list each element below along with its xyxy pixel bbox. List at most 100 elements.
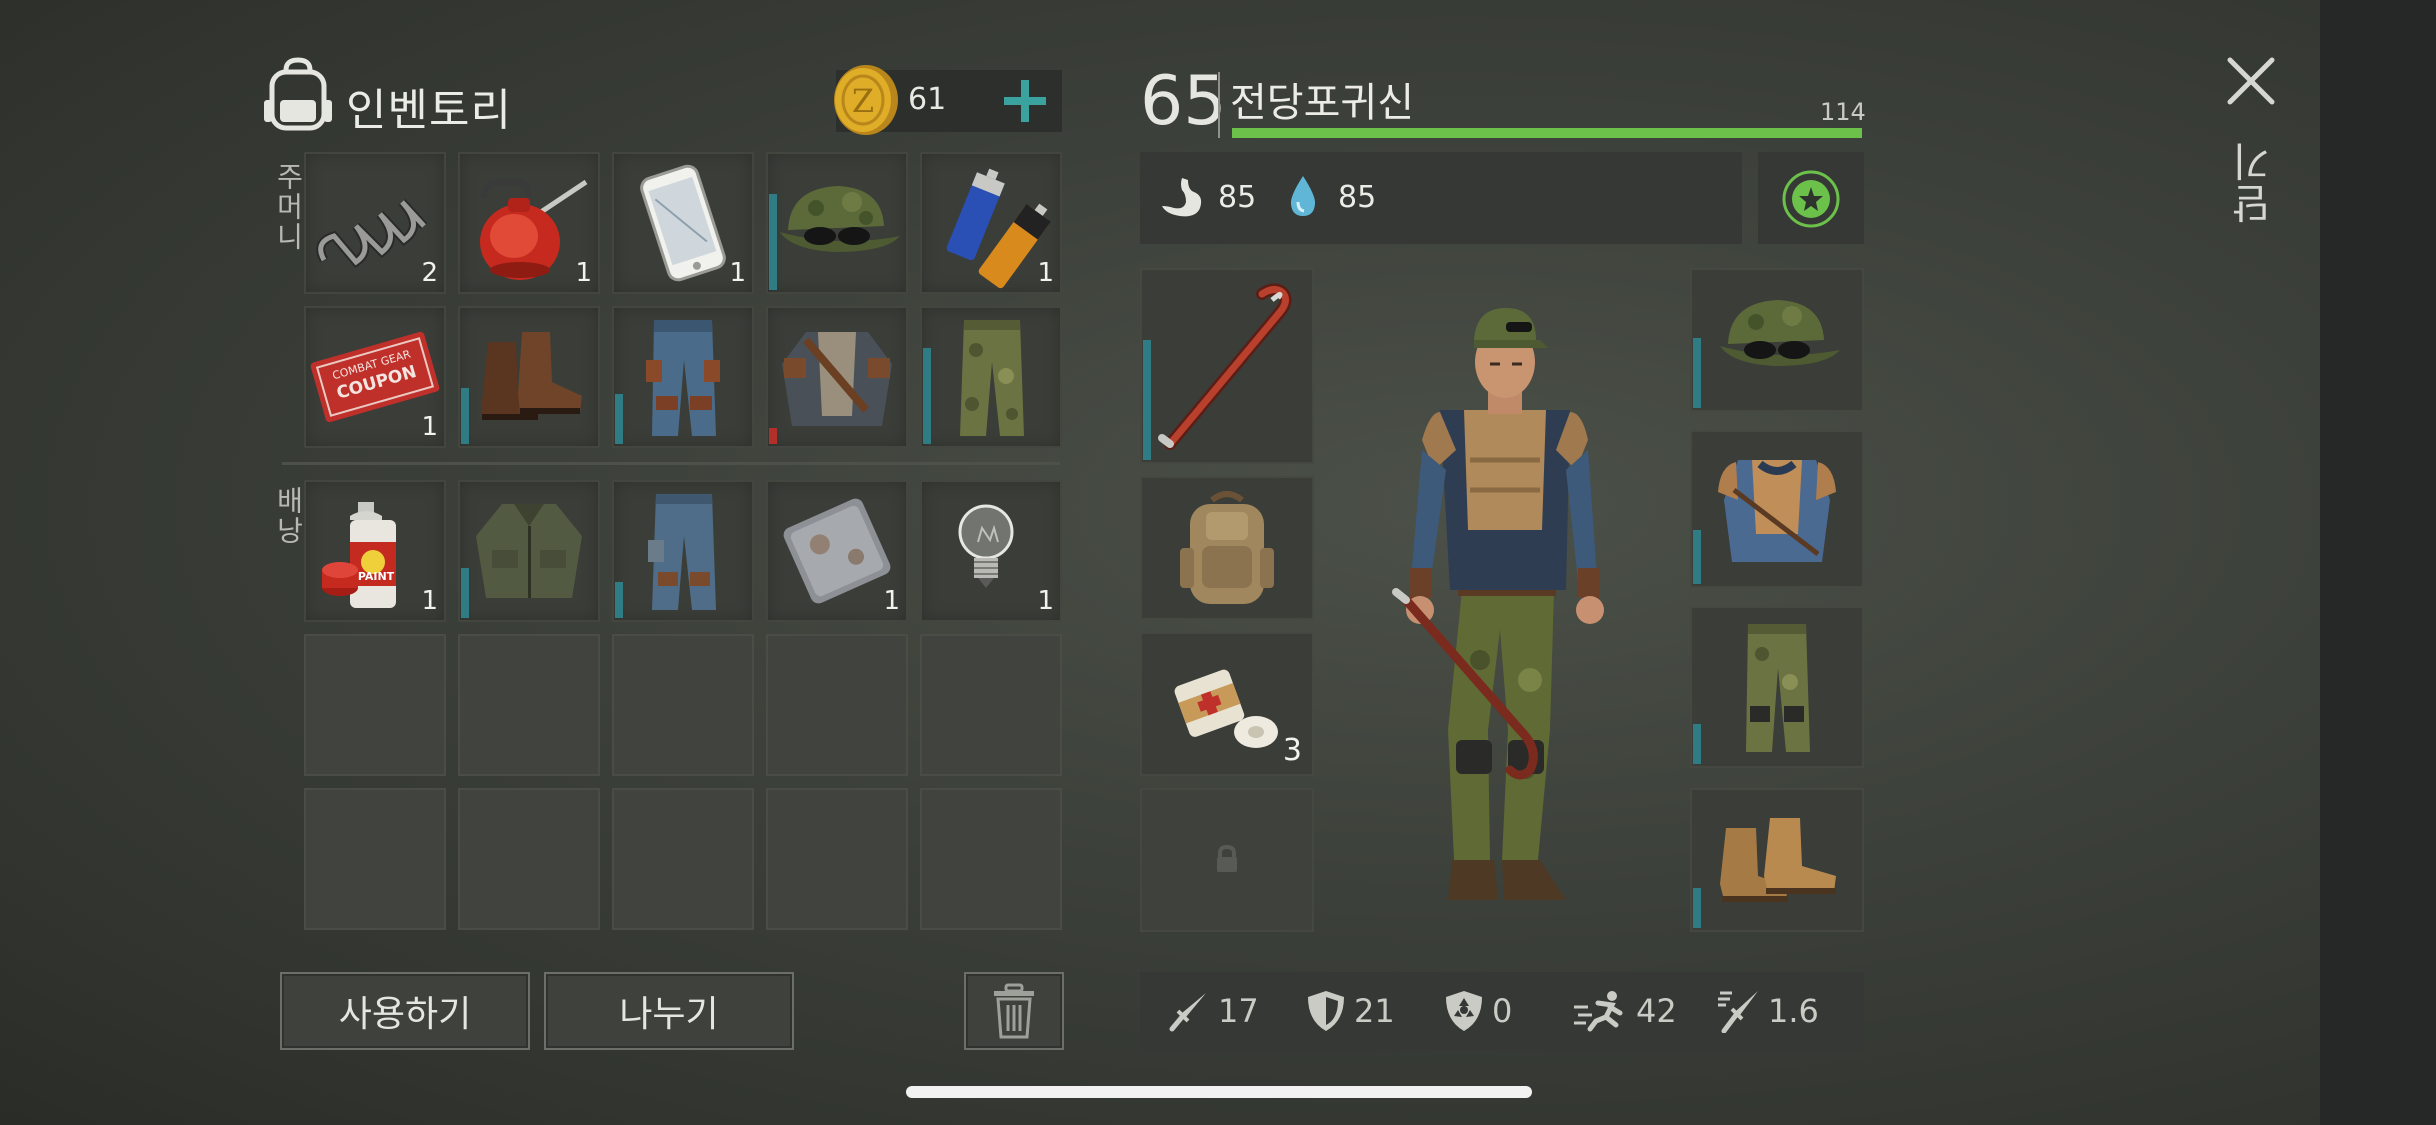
inventory-slot-empty[interactable]	[304, 788, 446, 930]
stat-damage-value: 17	[1218, 992, 1259, 1030]
rucksack-icon	[1180, 491, 1274, 604]
inventory-slot-camo-cap[interactable]	[766, 152, 908, 294]
weapon-slot[interactable]	[1140, 268, 1314, 464]
pocket-backpack-divider	[282, 462, 1060, 465]
stat-attack-speed-value: 1.6	[1768, 992, 1819, 1030]
camo-cap-icon	[780, 186, 900, 252]
inventory-slot-blue-pants[interactable]	[612, 480, 754, 622]
stat-speed: 42	[1572, 972, 1677, 1050]
inventory-slot-boots[interactable]	[458, 306, 600, 448]
inventory-slot-batteries[interactable]: 1	[920, 152, 1062, 294]
inventory-slot-smartphone[interactable]: 1	[612, 152, 754, 294]
sword-icon	[1169, 993, 1206, 1032]
item-count: 1	[729, 258, 746, 288]
water-drop-icon	[1288, 174, 1318, 218]
inventory-slot-empty[interactable]	[920, 634, 1062, 776]
inventory-slot-cargo-pants[interactable]	[612, 306, 754, 448]
item-count: 1	[421, 412, 438, 442]
stat-armor-value: 21	[1354, 992, 1395, 1030]
running-icon	[1574, 991, 1623, 1032]
inventory-slot-spring[interactable]: 2	[304, 152, 446, 294]
inventory-slot-empty[interactable]	[612, 634, 754, 776]
backpack-slot[interactable]	[1140, 476, 1314, 620]
use-button[interactable]: 사용하기	[280, 972, 530, 1050]
stat-armor: 21	[1306, 972, 1395, 1050]
legs-slot[interactable]	[1690, 606, 1864, 768]
inventory-slot-empty[interactable]	[458, 634, 600, 776]
armored-vest-icon	[1718, 460, 1836, 562]
stat-protection-value: 0	[1492, 992, 1513, 1030]
thirst-value: 85	[1338, 180, 1377, 215]
inventory-slot-empty[interactable]	[612, 788, 754, 930]
inventory-title: 인벤토리	[346, 85, 512, 136]
coin-count: 61	[908, 82, 947, 117]
camo-pants-icon	[960, 320, 1024, 436]
star-badge-button[interactable]	[1780, 168, 1842, 230]
armored-jacket-icon	[782, 332, 892, 426]
camo-cap-icon	[1720, 300, 1840, 366]
inventory-slot-empty[interactable]	[766, 634, 908, 776]
inventory-slot-camo-pants[interactable]	[920, 306, 1062, 448]
boots-icon	[1720, 818, 1836, 902]
inventory-slot-empty[interactable]	[920, 788, 1062, 930]
close-icon	[2227, 57, 2275, 105]
hp-bar-fill	[1232, 128, 1862, 138]
close-label[interactable]: 닫기	[2226, 140, 2284, 224]
inventory-slot-metal-plate[interactable]: 1	[766, 480, 908, 622]
inventory-slot-light-bulb[interactable]: 1	[920, 480, 1062, 622]
pocket-label: 주머니	[272, 162, 305, 252]
stat-speed-value: 42	[1636, 992, 1677, 1030]
inventory-slot-oil-can[interactable]: 1	[458, 152, 600, 294]
svg-text:Z: Z	[852, 82, 874, 120]
backpack-icon	[262, 56, 334, 132]
inventory-slot-coupon[interactable]: COMBAT GEAR COUPON 1	[304, 306, 446, 448]
locked-slot	[1140, 788, 1314, 932]
green-jacket-icon	[476, 504, 582, 598]
camo-pants-icon	[1746, 624, 1810, 752]
item-count: 1	[1037, 258, 1054, 288]
delete-button[interactable]	[964, 972, 1064, 1050]
level-divider	[1218, 72, 1220, 138]
item-count: 2	[421, 258, 438, 288]
character-name: 전당포귀신	[1230, 80, 1414, 126]
hunger-value: 85	[1218, 180, 1257, 215]
cargo-pants-icon	[646, 320, 720, 436]
inventory-slot-empty[interactable]	[766, 788, 908, 930]
item-count: 1	[1037, 586, 1054, 616]
hazard-shield-icon	[1446, 991, 1482, 1031]
split-button[interactable]: 나누기	[544, 972, 794, 1050]
star-badge-icon	[1782, 170, 1840, 228]
character-level: 65	[1140, 62, 1227, 141]
lock-icon	[1217, 844, 1237, 872]
stat-damage: 17	[1166, 972, 1259, 1050]
add-coins-button[interactable]	[1000, 76, 1050, 126]
stomach-icon	[1158, 176, 1208, 222]
inventory-slot-spray-paint[interactable]: PAINT 1	[304, 480, 446, 622]
backpack-label: 배낭	[272, 486, 305, 546]
hp-value: 114	[1820, 98, 1866, 126]
svg-text:PAINT: PAINT	[358, 570, 395, 583]
character-model	[1370, 300, 1640, 930]
home-indicator[interactable]	[906, 1086, 1532, 1098]
boots-icon	[482, 332, 582, 420]
item-count: 1	[575, 258, 592, 288]
shield-icon	[1308, 991, 1344, 1031]
blue-pants-icon	[648, 494, 716, 610]
close-button[interactable]	[2224, 54, 2278, 108]
inventory-slot-empty[interactable]	[304, 634, 446, 776]
crowbar-icon	[1158, 283, 1292, 450]
inventory-slot-green-jacket[interactable]	[458, 480, 600, 622]
fast-sword-icon	[1718, 991, 1758, 1033]
stat-attack-speed: 1.6	[1716, 972, 1819, 1050]
body-slot[interactable]	[1690, 430, 1864, 588]
inventory-slot-armored-jacket[interactable]	[766, 306, 908, 448]
item-count: 1	[883, 586, 900, 616]
item-count: 3	[1282, 733, 1302, 768]
inventory-slot-empty[interactable]	[458, 788, 600, 930]
feet-slot[interactable]	[1690, 788, 1864, 932]
coin-icon: Z	[830, 62, 902, 138]
medkit-slot[interactable]: 3	[1140, 632, 1314, 776]
head-slot[interactable]	[1690, 268, 1864, 412]
plus-icon	[1004, 80, 1046, 122]
stat-protection: 0	[1444, 972, 1512, 1050]
